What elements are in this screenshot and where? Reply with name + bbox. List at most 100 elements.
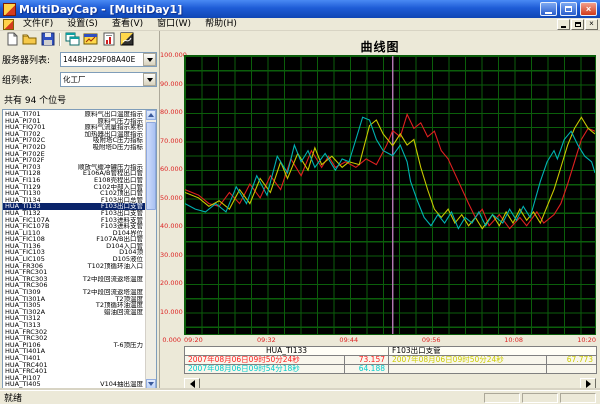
mdi-restore-icon — [575, 22, 581, 27]
y-axis: 100.00090.00080.00070.00060.00050.00040.… — [160, 55, 181, 335]
signal-desc: F103出口总管 — [41, 197, 143, 204]
x-tick-label: 10:08 — [504, 336, 523, 344]
chart-panel: 曲线图 100.00090.00080.00070.00060.00050.00… — [160, 31, 600, 390]
table-row: 2007年08月06日09时50分24秒 73.157 2007年08月06日0… — [185, 356, 597, 365]
status-text: 就绪 — [4, 391, 482, 404]
signal-list: HUA_TI701原料气出口温度指示HUA_PI701原料气压力指示HUA_FI… — [3, 110, 145, 389]
save-button[interactable] — [39, 32, 56, 47]
signal-desc: D104界位 — [40, 230, 143, 237]
server-field-row: 服务器列表: 1448H229F08A40E — [2, 52, 157, 67]
menu-item-2[interactable]: 查看(V) — [105, 18, 150, 31]
x-axis: 09:2009:3209:4409:5610:0810:20 — [184, 335, 596, 345]
signal-listbox: HUA_TI701原料气出口温度指示HUA_PI701原料气压力指示HUA_FI… — [2, 109, 157, 390]
menu-item-4[interactable]: 帮助(H) — [198, 18, 244, 31]
scrollbar-track[interactable] — [146, 120, 156, 379]
menu-bar: 文件(F)设置(S)查看(V)窗口(W)帮助(H) × — [0, 18, 600, 31]
y-tick-label: 20.000 — [160, 279, 181, 287]
chart-window-button[interactable] — [82, 32, 99, 47]
group-combobox-value: 化工厂 — [61, 74, 143, 85]
mdi-minimize-icon — [561, 26, 566, 28]
scroll-down-button[interactable] — [146, 379, 156, 389]
signal-desc: T2中段回流返塔温度 — [41, 289, 143, 296]
cursor1-value: 73.157 — [345, 356, 389, 365]
cascade-windows-button[interactable] — [64, 32, 81, 47]
document-icon[interactable] — [3, 19, 14, 30]
scroll-right-button[interactable] — [580, 378, 596, 390]
arrow-down-icon — [148, 382, 154, 386]
main-area: 服务器列表: 1448H229F08A40E 组列表: 化工厂 共有 94 个位… — [0, 31, 600, 390]
toolbar-separator — [59, 33, 61, 46]
server-combobox-value: 1448H229F08A40E — [61, 55, 143, 64]
server-combobox-arrow[interactable] — [143, 53, 156, 66]
list-vertical-scrollbar[interactable] — [145, 110, 156, 389]
open-file-button[interactable] — [21, 32, 38, 47]
trend-line-yellow — [185, 117, 595, 228]
y-tick-label: 70.000 — [160, 137, 181, 145]
y-tick-label: 30.000 — [160, 251, 181, 259]
arrow-up-icon — [148, 113, 154, 117]
signal-desc: F107A/B出口管 — [45, 236, 143, 243]
mdi-minimize-button[interactable] — [557, 19, 570, 30]
signal-desc: T2顶循环油温度 — [41, 302, 143, 309]
signal-desc: T2顶温度 — [45, 296, 143, 303]
signal-name: HUA_TI402 — [5, 388, 41, 389]
mdi-close-icon: × — [589, 20, 594, 28]
signal-list-item[interactable]: HUA_TI402T6入口温度 — [3, 388, 145, 389]
app-icon — [3, 3, 16, 16]
mdi-restore-button[interactable] — [571, 19, 584, 30]
y-tick-label: 90.000 — [160, 80, 181, 88]
signal-desc: T102顶循环油入口 — [43, 263, 143, 270]
restore-button[interactable] — [560, 2, 577, 16]
mdi-close-button[interactable]: × — [585, 19, 598, 30]
curve-style-button[interactable] — [118, 32, 135, 47]
signal-desc: D105液位 — [45, 256, 143, 263]
report-button[interactable] — [100, 32, 117, 47]
x-tick-label: 10:20 — [577, 336, 596, 344]
cursor2-time2 — [389, 365, 547, 374]
chevron-down-icon — [147, 58, 153, 62]
server-combobox[interactable]: 1448H229F08A40E — [60, 52, 157, 67]
scroll-up-button[interactable] — [146, 110, 156, 120]
minimize-button[interactable] — [540, 2, 557, 16]
toolbar — [2, 31, 157, 47]
y-tick-label: 50.000 — [160, 194, 181, 202]
close-icon: × — [586, 5, 591, 14]
new-file-button[interactable] — [3, 32, 20, 47]
y-tick-label: 0.000 — [160, 336, 181, 344]
signal-desc: F103进料支管 — [49, 223, 143, 230]
window-title: MultiDayCap - [MultiDay1] — [19, 3, 537, 16]
menu-item-1[interactable]: 设置(S) — [60, 18, 105, 31]
menu-item-0[interactable]: 文件(F) — [16, 18, 60, 31]
y-tick-label: 60.000 — [160, 165, 181, 173]
signal-desc: 吸附塔C压力指标 — [45, 137, 143, 144]
group-combobox[interactable]: 化工厂 — [60, 72, 157, 87]
cursor1-value2: 67.773 — [547, 356, 597, 365]
signal-desc: F103出口支管 — [41, 210, 143, 217]
app-window: { "window": { "title": "MultiDayCap - [M… — [0, 0, 600, 404]
cursor1-time2: 2007年08月06日09时50分24秒 — [389, 356, 547, 365]
x-tick-label: 09:44 — [339, 336, 358, 344]
close-button[interactable]: × — [580, 2, 597, 16]
signal-desc: T-6顶压力 — [41, 342, 143, 349]
x-tick-label: 09:20 — [184, 336, 203, 344]
save-icon — [41, 32, 55, 46]
group-combobox-arrow[interactable] — [143, 73, 156, 86]
cursor2-time: 2007年08月06日09时54分18秒 — [185, 365, 345, 374]
status-panel — [560, 393, 596, 403]
menu-item-3[interactable]: 窗口(W) — [150, 18, 198, 31]
plot-area[interactable] — [184, 55, 596, 335]
x-tick-label: 09:56 — [422, 336, 441, 344]
signal-desc: E106A/B管程出口管 — [41, 170, 143, 177]
arrow-left-icon — [190, 380, 195, 388]
signal-desc: D104顶 — [45, 249, 143, 256]
signal-desc: 加热器出口温度指示 — [41, 131, 143, 138]
signal-count-text: 共有 94 个位号 — [4, 93, 157, 106]
cursor1-time: 2007年08月06日09时50分24秒 — [185, 356, 345, 365]
scrollbar-thumb[interactable] — [146, 122, 156, 210]
cursor2-value2 — [547, 365, 597, 374]
scroll-left-button[interactable] — [184, 378, 200, 390]
horizontal-scrollbar[interactable] — [184, 377, 596, 390]
signal-desc: C102中部入口管 — [41, 184, 143, 191]
curve-style-icon — [120, 32, 134, 46]
server-list-label: 服务器列表: — [2, 53, 60, 66]
